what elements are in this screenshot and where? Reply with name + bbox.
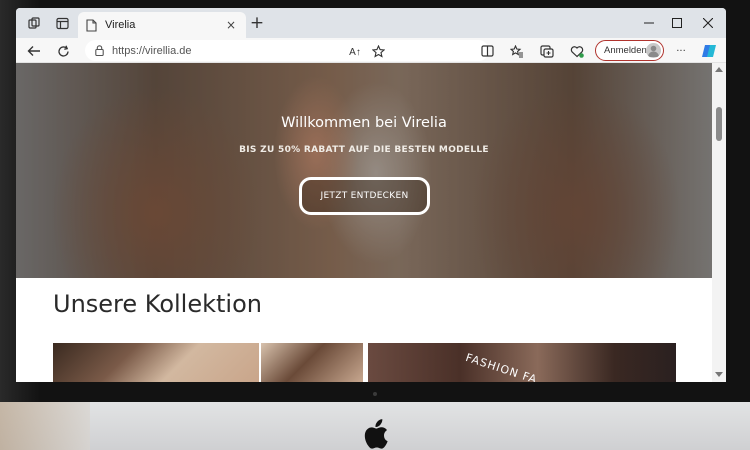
scroll-thumb[interactable]: [716, 107, 722, 141]
close-window-button[interactable]: [697, 12, 719, 34]
scrollbar[interactable]: [712, 63, 726, 382]
minimize-icon: [644, 22, 654, 24]
background-wall: [0, 402, 90, 450]
lock-icon: [95, 45, 104, 56]
split-screen-icon[interactable]: [478, 42, 496, 60]
collection-title: Unsere Kollektion: [53, 290, 262, 318]
page-viewport: Willkommen bei Virelia BIS ZU 50% RABATT…: [16, 63, 712, 382]
maximize-button[interactable]: [666, 12, 688, 34]
tab-virelia[interactable]: Virelia ×: [78, 12, 246, 38]
more-icon[interactable]: ···: [672, 42, 690, 60]
discover-button[interactable]: JETZT ENTDECKEN: [299, 177, 430, 215]
maximize-icon: [672, 18, 682, 28]
tab-title: Virelia: [105, 19, 136, 31]
tab-actions-icon[interactable]: [54, 15, 70, 31]
refresh-icon[interactable]: [54, 42, 72, 60]
new-tab-button[interactable]: +: [248, 15, 266, 33]
url-text: https://virellia.de: [112, 44, 192, 57]
workspaces-icon[interactable]: [26, 15, 42, 31]
read-aloud-icon[interactable]: A↑: [346, 43, 364, 61]
favorites-icon[interactable]: [508, 42, 526, 60]
close-icon: [703, 18, 713, 28]
back-icon[interactable]: [25, 42, 43, 60]
scroll-down-icon[interactable]: [715, 372, 723, 377]
scroll-up-icon[interactable]: [715, 67, 723, 72]
toolbar: https://virellia.de A↑ Anmelden ···: [16, 38, 726, 63]
product-card[interactable]: [261, 343, 363, 382]
page-icon: [86, 18, 97, 32]
minimize-button[interactable]: [638, 12, 660, 34]
card-overlay-text: FASHION FA: [463, 351, 539, 382]
favorite-icon[interactable]: [369, 42, 387, 60]
hero-overlay: [16, 63, 712, 278]
signin-button[interactable]: Anmelden: [595, 40, 664, 61]
tab-bar: Virelia × +: [16, 8, 726, 38]
copilot-icon[interactable]: [700, 42, 718, 60]
apple-logo-icon: [364, 419, 388, 449]
tab-close-icon[interactable]: ×: [224, 18, 238, 32]
collections-icon[interactable]: [538, 42, 556, 60]
address-bar[interactable]: https://virellia.de: [85, 40, 489, 61]
product-card[interactable]: FASHION FA: [368, 343, 676, 382]
hero-banner: Willkommen bei Virelia BIS ZU 50% RABATT…: [16, 63, 712, 278]
signin-label: Anmelden: [604, 45, 647, 56]
hero-title: Willkommen bei Virelia: [281, 115, 447, 131]
discover-button-label: JETZT ENTDECKEN: [320, 191, 409, 201]
browser-essentials-icon[interactable]: [568, 42, 586, 60]
browser-window: Virelia × + https://virellia.de A↑ Anmel…: [16, 8, 726, 382]
product-card[interactable]: [53, 343, 259, 382]
profile-avatar-icon: [646, 43, 661, 58]
hero-subtitle: BIS ZU 50% RABATT AUF DIE BESTEN MODELLE: [239, 145, 489, 155]
camera-dot: [373, 392, 377, 396]
